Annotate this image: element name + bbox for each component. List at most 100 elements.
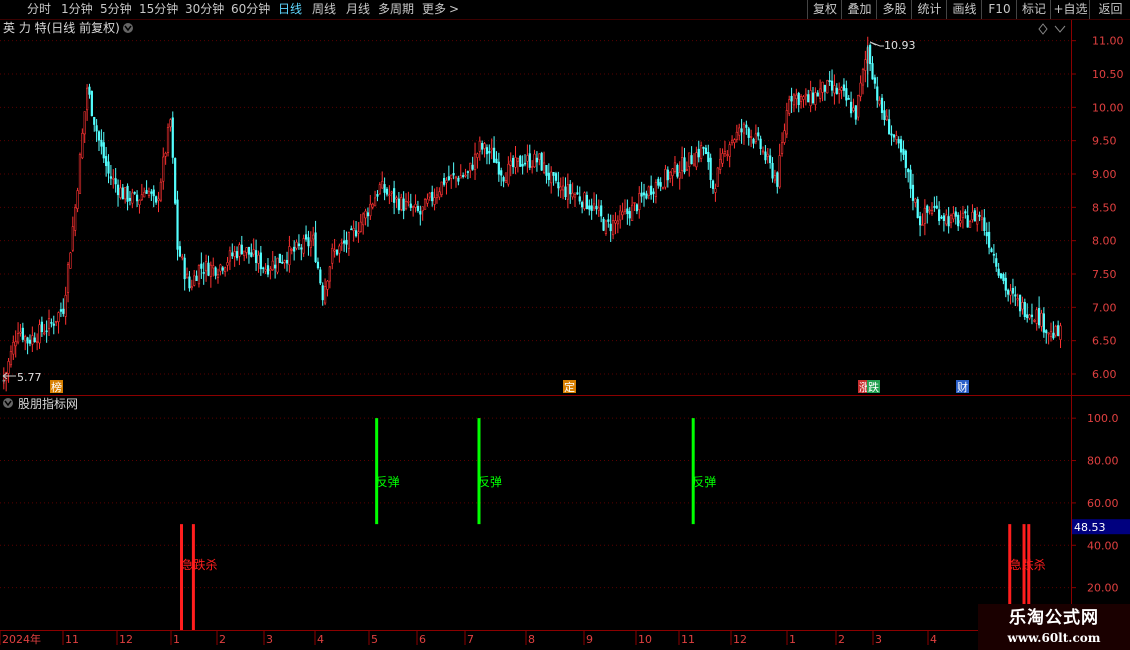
candle-body (840, 87, 843, 91)
candle-body (40, 321, 43, 332)
candle-body (695, 152, 698, 168)
candle-body (295, 241, 298, 249)
candle-body (835, 87, 838, 95)
candle-body (185, 273, 189, 279)
high-arrow-icon (869, 41, 884, 47)
candle-body (1004, 277, 1007, 291)
candle-body (726, 154, 729, 156)
candle-body (895, 135, 898, 140)
candle-body (635, 204, 638, 212)
diamond-icon[interactable] (1038, 23, 1048, 35)
candle-body (842, 84, 846, 91)
candle-body (535, 157, 539, 163)
candle-body (497, 161, 500, 175)
candle-body (652, 191, 655, 194)
candle-body (814, 92, 817, 105)
candle-body (633, 202, 636, 204)
dropdown-chevron-icon[interactable] (3, 398, 13, 408)
candle-body (642, 192, 646, 196)
candle-body (166, 127, 170, 153)
candle-body (55, 320, 58, 323)
candle-body (421, 206, 424, 212)
candle-body (728, 144, 731, 157)
candle-body (769, 155, 772, 164)
candle-body (447, 176, 450, 181)
candle-body (188, 276, 191, 289)
candle-body (738, 127, 741, 136)
candle-body (959, 220, 962, 224)
candle-body (838, 89, 841, 94)
candle-body (999, 273, 1003, 279)
candle-body (290, 248, 293, 251)
candle-body (966, 215, 969, 228)
candle-body (916, 199, 919, 218)
candle-body (174, 158, 177, 204)
candle-body (488, 151, 491, 154)
candle-body (362, 213, 365, 226)
candle-body (1011, 288, 1015, 294)
candle-body (616, 220, 619, 225)
candle-body (776, 172, 779, 187)
candle-body (345, 239, 348, 245)
chevron-down-icon[interactable] (1054, 25, 1066, 33)
candle-body (1038, 308, 1041, 326)
candle-body (369, 203, 372, 217)
candle-body (573, 193, 577, 198)
candle-body (47, 318, 51, 329)
candle-body (264, 269, 267, 272)
candle-body (561, 185, 565, 191)
candle-body (478, 140, 481, 152)
candle-body (28, 339, 32, 344)
candle-body (711, 180, 715, 189)
candle-body (721, 153, 724, 164)
x-tick-label: 6 (419, 633, 426, 646)
candle-body (899, 139, 903, 153)
candle-body (597, 207, 600, 211)
candle-body (107, 161, 110, 174)
candle-body (26, 337, 29, 344)
candle-body (602, 218, 605, 231)
candle-body (216, 274, 220, 278)
candle-body (566, 184, 569, 200)
candle-body (1018, 294, 1022, 312)
dropdown-chevron-icon[interactable] (123, 23, 133, 33)
candle-body (93, 116, 96, 125)
candle-body (707, 151, 710, 163)
candle-body (592, 203, 596, 209)
candle-body (621, 211, 624, 216)
y-tick-label: 7.00 (1092, 301, 1117, 314)
candle-body (542, 162, 546, 173)
candle-body (428, 192, 431, 198)
candle-body (397, 198, 400, 211)
candle-body (1030, 314, 1034, 317)
y-tick-label: 11.00 (1092, 35, 1124, 48)
candle-body (904, 150, 907, 168)
candle-body (614, 220, 617, 224)
candle-body (33, 337, 36, 343)
x-tick-label: 4 (930, 633, 937, 646)
candle-body (926, 205, 929, 213)
candle-body (797, 92, 800, 106)
candle-body (83, 111, 86, 135)
x-tick-label: 7 (467, 633, 474, 646)
candle-body (69, 252, 72, 269)
candle-body (426, 198, 429, 204)
candle-body (528, 153, 531, 168)
candle-body (914, 198, 917, 203)
candle-body (485, 147, 489, 155)
candle-body (262, 267, 265, 270)
candle-body (845, 88, 848, 101)
candle-body (285, 259, 289, 264)
candle-body (690, 155, 693, 165)
candle-body (24, 336, 27, 342)
candle-body (388, 194, 391, 197)
candle-body (942, 215, 945, 221)
candle-body (76, 190, 79, 209)
candle-body (673, 162, 677, 172)
y-tick-label: 9.00 (1092, 168, 1117, 181)
candle-body (921, 224, 924, 226)
candle-body (304, 234, 308, 240)
candle-body (483, 143, 486, 149)
candle-body (331, 248, 334, 264)
candle-body (88, 86, 91, 95)
